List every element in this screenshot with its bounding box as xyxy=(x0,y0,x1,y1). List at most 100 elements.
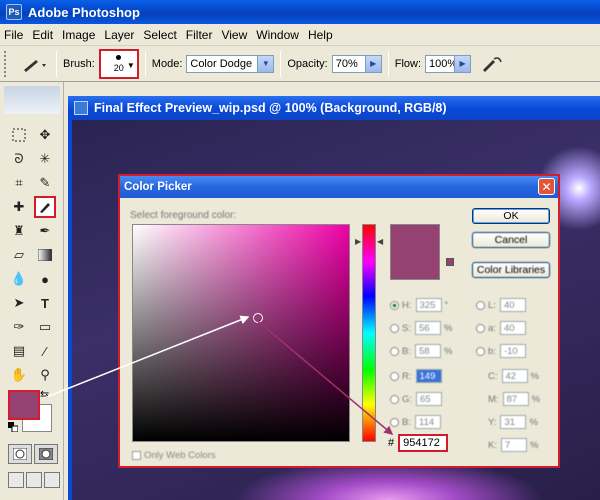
chevron-right-icon[interactable]: ▶ xyxy=(364,55,381,72)
field-green[interactable]: G: 65 xyxy=(390,392,443,406)
color-picker-titlebar[interactable]: Color Picker ✕ xyxy=(120,176,558,198)
eyedropper-tool-icon[interactable]: ⁄ xyxy=(34,340,56,362)
document-titlebar[interactable]: Final Effect Preview_wip.psd @ 100% (Bac… xyxy=(68,96,600,120)
radio-red[interactable] xyxy=(390,371,399,381)
cancel-button[interactable]: Cancel xyxy=(472,232,550,248)
eraser-tool-icon[interactable]: ▱ xyxy=(8,244,30,266)
input-h[interactable]: 325 xyxy=(415,298,442,312)
notes-tool-icon[interactable]: ▤ xyxy=(8,340,30,362)
standard-mode-button[interactable] xyxy=(8,444,32,464)
type-tool-icon[interactable]: T xyxy=(34,292,56,314)
radio-green[interactable] xyxy=(390,394,399,404)
menu-file[interactable]: File xyxy=(4,28,23,42)
magic-wand-tool-icon[interactable]: ✳ xyxy=(34,148,56,170)
saturation-brightness-field[interactable] xyxy=(132,224,350,442)
radio-lab-b[interactable] xyxy=(476,346,485,356)
radio-lab-a[interactable] xyxy=(476,323,485,333)
foreground-color-swatch[interactable] xyxy=(8,390,40,420)
marquee-tool-icon[interactable] xyxy=(8,124,30,146)
input-s[interactable]: 56 xyxy=(414,321,441,335)
screen-mode-full-button[interactable] xyxy=(44,472,60,488)
field-blue[interactable]: B: 114 xyxy=(390,415,441,429)
menu-select[interactable]: Select xyxy=(143,28,176,42)
history-brush-tool-icon[interactable]: ✒ xyxy=(34,220,56,242)
pen-tool-icon[interactable]: ✑ xyxy=(8,316,30,338)
path-selection-tool-icon[interactable]: ➤ xyxy=(8,292,30,314)
dodge-tool-icon[interactable]: ● xyxy=(34,268,56,290)
opacity-field[interactable]: 70% ▶ xyxy=(331,54,382,73)
field-yellow[interactable]: Y: 31 % xyxy=(488,415,538,429)
swap-colors-icon[interactable]: ⇆ xyxy=(40,388,49,401)
radio-brightness[interactable] xyxy=(390,346,399,356)
menu-help[interactable]: Help xyxy=(308,28,333,42)
color-libraries-button[interactable]: Color Libraries xyxy=(472,262,550,278)
input-lab-b[interactable]: -10 xyxy=(499,344,526,358)
radio-blue[interactable] xyxy=(390,417,399,427)
field-cyan[interactable]: C: 42 % xyxy=(488,369,539,383)
ok-button[interactable]: OK xyxy=(472,208,550,224)
screen-mode-menubar-button[interactable] xyxy=(26,472,42,488)
field-red[interactable]: R: 149 xyxy=(390,369,442,383)
field-lab-l[interactable]: L: 40 xyxy=(476,298,526,312)
default-colors-icon[interactable] xyxy=(8,422,19,433)
field-lab-b[interactable]: b: -10 xyxy=(476,344,526,358)
menu-layer[interactable]: Layer xyxy=(104,28,134,42)
input-r[interactable]: 149 xyxy=(415,369,442,383)
input-b[interactable]: 58 xyxy=(414,344,441,358)
out-of-gamut-warning-icon[interactable] xyxy=(446,258,454,266)
menu-view[interactable]: View xyxy=(221,28,247,42)
menu-window[interactable]: Window xyxy=(256,28,299,42)
crop-tool-icon[interactable]: ⌗ xyxy=(8,172,30,194)
gradient-tool-icon[interactable] xyxy=(34,244,56,266)
input-m[interactable]: 87 xyxy=(502,392,529,406)
slice-tool-icon[interactable]: ✎ xyxy=(34,172,56,194)
input-c[interactable]: 42 xyxy=(501,369,528,383)
close-icon[interactable]: ✕ xyxy=(538,178,555,195)
field-hue[interactable]: H: 325 ° xyxy=(390,298,448,312)
clone-stamp-tool-icon[interactable]: ♜ xyxy=(8,220,30,242)
airbrush-toggle[interactable] xyxy=(479,53,505,75)
field-saturation[interactable]: S: 56 % xyxy=(390,321,452,335)
hand-tool-icon[interactable]: ✋ xyxy=(8,364,30,386)
input-g[interactable]: 65 xyxy=(416,392,443,406)
quick-mask-mode-button[interactable] xyxy=(34,444,58,464)
radio-hue[interactable] xyxy=(390,300,399,310)
healing-brush-tool-icon[interactable]: ✚ xyxy=(8,196,30,218)
chevron-right-icon[interactable]: ▶ xyxy=(454,55,471,72)
input-blue[interactable]: 114 xyxy=(414,415,441,429)
screen-mode-standard-button[interactable] xyxy=(8,472,24,488)
hex-field-row: # 954172 xyxy=(388,434,449,452)
input-lab-l[interactable]: 40 xyxy=(499,298,526,312)
color-marker[interactable] xyxy=(253,313,263,323)
field-brightness[interactable]: B: 58 % xyxy=(390,344,452,358)
move-tool-icon[interactable]: ✥ xyxy=(34,124,56,146)
field-black[interactable]: K: 7 % xyxy=(488,438,538,452)
hex-input[interactable]: 954172 xyxy=(398,434,449,452)
radio-lab-l[interactable] xyxy=(476,300,485,310)
only-web-colors-option[interactable]: Only Web Colors xyxy=(132,450,216,461)
lasso-tool-icon[interactable]: ᘐ xyxy=(8,148,30,170)
options-grip[interactable] xyxy=(4,50,10,77)
input-y[interactable]: 31 xyxy=(500,415,527,429)
hue-slider-right-arrow-icon[interactable]: ◀ xyxy=(377,237,383,246)
only-web-colors-checkbox[interactable] xyxy=(132,451,141,460)
field-magenta[interactable]: M: 87 % xyxy=(488,392,540,406)
brush-picker[interactable]: 20 ▼ xyxy=(98,48,139,79)
blur-tool-icon[interactable]: 💧 xyxy=(8,268,30,290)
shape-tool-icon[interactable]: ▭ xyxy=(34,316,56,338)
hue-slider-left-arrow-icon[interactable]: ▶ xyxy=(355,237,361,246)
unit-c: % xyxy=(530,370,539,382)
input-k[interactable]: 7 xyxy=(500,438,527,452)
menu-image[interactable]: Image xyxy=(62,28,95,42)
brush-tool-icon[interactable] xyxy=(34,196,56,218)
field-lab-a[interactable]: a: 40 xyxy=(476,321,526,335)
menu-filter[interactable]: Filter xyxy=(186,28,213,42)
tool-preset-picker[interactable] xyxy=(20,51,50,77)
input-lab-a[interactable]: 40 xyxy=(499,321,526,335)
hue-slider[interactable] xyxy=(362,224,376,442)
menu-edit[interactable]: Edit xyxy=(32,28,53,42)
flow-field[interactable]: 100% ▶ xyxy=(425,54,472,73)
radio-saturation[interactable] xyxy=(390,323,399,333)
mode-select[interactable]: Color Dodge ▼ xyxy=(186,54,275,73)
zoom-tool-icon[interactable]: ⚲ xyxy=(34,364,56,386)
